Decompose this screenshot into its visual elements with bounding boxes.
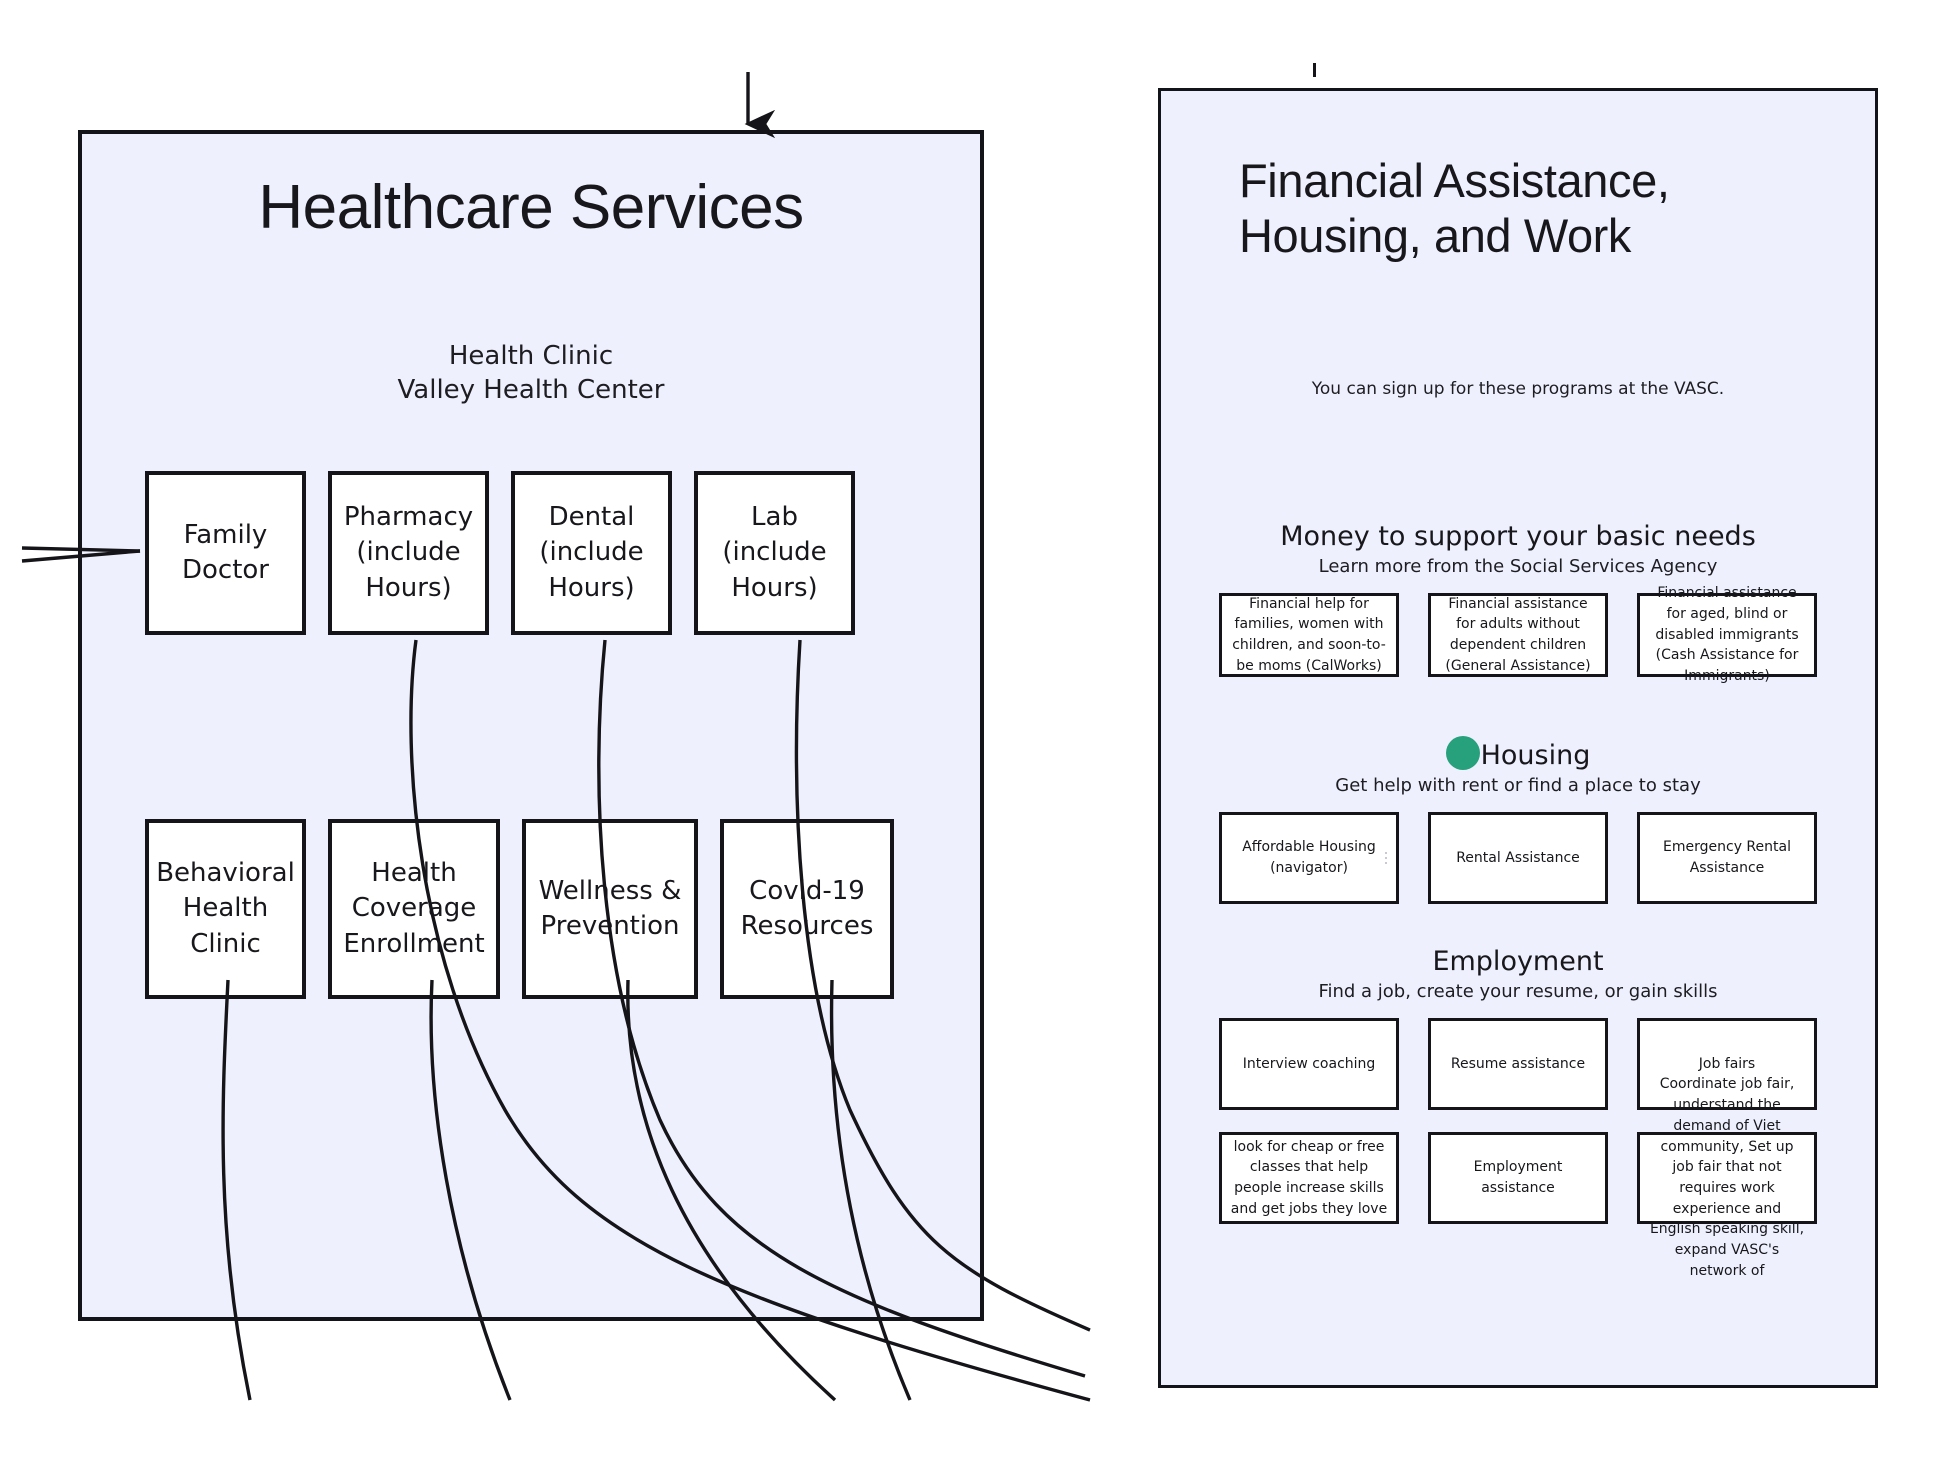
- service-box-family-doctor[interactable]: Family Doctor: [145, 471, 306, 635]
- panel-subtitle: Health Clinic Valley Health Center: [82, 339, 980, 408]
- section-subheading-money: Learn more from the Social Services Agen…: [1318, 556, 1718, 578]
- service-box-pharmacy[interactable]: Pharmacy (include Hours): [328, 471, 489, 635]
- healthcare-row-1: Family Doctor Pharmacy (include Hours) D…: [145, 471, 855, 635]
- card-coordinate-job-fair[interactable]: Coordinate job fair, understand the dema…: [1637, 1076, 1817, 1279]
- section-subheading-employment: Find a job, create your resume, or gain …: [1318, 981, 1718, 1003]
- section-heading-housing: Housing: [1161, 736, 1875, 771]
- card-employment-assistance[interactable]: Employment assistance: [1428, 1132, 1608, 1225]
- service-box-lab[interactable]: Lab (include Hours): [694, 471, 855, 635]
- more-options-icon[interactable]: [1385, 852, 1387, 865]
- service-box-covid-19-resources[interactable]: Covid-19 Resources: [720, 819, 894, 999]
- card-emergency-rental-assistance[interactable]: Emergency Rental Assistance: [1637, 812, 1817, 905]
- card-cash-assistance-immigrants[interactable]: Financial assistance for aged, blind or …: [1637, 585, 1817, 684]
- healthcare-row-2: Behavioral Health Clinic Health Coverage…: [145, 819, 894, 999]
- service-box-wellness-prevention[interactable]: Wellness & Prevention: [522, 819, 698, 999]
- section-subheading-housing: Get help with rent or find a place to st…: [1335, 775, 1701, 797]
- service-box-behavioral-health-clinic[interactable]: Behavioral Health Clinic: [145, 819, 306, 999]
- section-housing: Housing Get help with rent or find a pla…: [1161, 736, 1875, 905]
- section-heading-housing-text: Housing: [1480, 740, 1591, 771]
- section-money: Money to support your basic needs Learn …: [1161, 521, 1875, 684]
- card-row-money: Financial help for families, women with …: [1161, 585, 1875, 684]
- panel-tick-mark: [1313, 63, 1316, 77]
- subtitle-line-1: Health Clinic: [448, 341, 614, 371]
- financial-assistance-panel: Financial Assistance, Housing, and Work …: [1158, 88, 1878, 1388]
- card-row-housing: Affordable Housing (navigator) Rental As…: [1161, 812, 1875, 905]
- subtitle-line-2: Valley Health Center: [397, 375, 665, 406]
- card-row-employment-2: look for cheap or free classes that help…: [1161, 1076, 1875, 1279]
- diagram-canvas: Healthcare Services Health Clinic Valley…: [0, 0, 1949, 1466]
- service-box-dental[interactable]: Dental (include Hours): [511, 471, 672, 635]
- card-rental-assistance[interactable]: Rental Assistance: [1428, 812, 1608, 905]
- right-panel-subtitle: You can sign up for these programs at th…: [1311, 379, 1725, 399]
- healthcare-services-panel: Healthcare Services Health Clinic Valley…: [78, 130, 984, 1321]
- section-heading-employment: Employment: [1432, 946, 1604, 977]
- card-free-classes[interactable]: look for cheap or free classes that help…: [1219, 1132, 1399, 1225]
- section-heading-money: Money to support your basic needs: [1280, 521, 1756, 552]
- card-affordable-housing[interactable]: Affordable Housing (navigator): [1219, 812, 1399, 905]
- section-employment: Employment Find a job, create your resum…: [1161, 946, 1875, 1279]
- right-page-title: Financial Assistance, Housing, and Work: [1239, 154, 1670, 263]
- card-affordable-housing-label: Affordable Housing (navigator): [1242, 839, 1376, 877]
- service-box-health-coverage-enrollment[interactable]: Health Coverage Enrollment: [328, 819, 500, 999]
- card-general-assistance[interactable]: Financial assistance for adults without …: [1428, 593, 1608, 678]
- card-interview-coaching[interactable]: Interview coaching: [1219, 1018, 1399, 1111]
- card-resume-assistance[interactable]: Resume assistance: [1428, 1018, 1608, 1111]
- green-circle-icon: [1445, 736, 1480, 770]
- card-calworks[interactable]: Financial help for families, women with …: [1219, 593, 1399, 678]
- page-title: Healthcare Services: [258, 173, 804, 242]
